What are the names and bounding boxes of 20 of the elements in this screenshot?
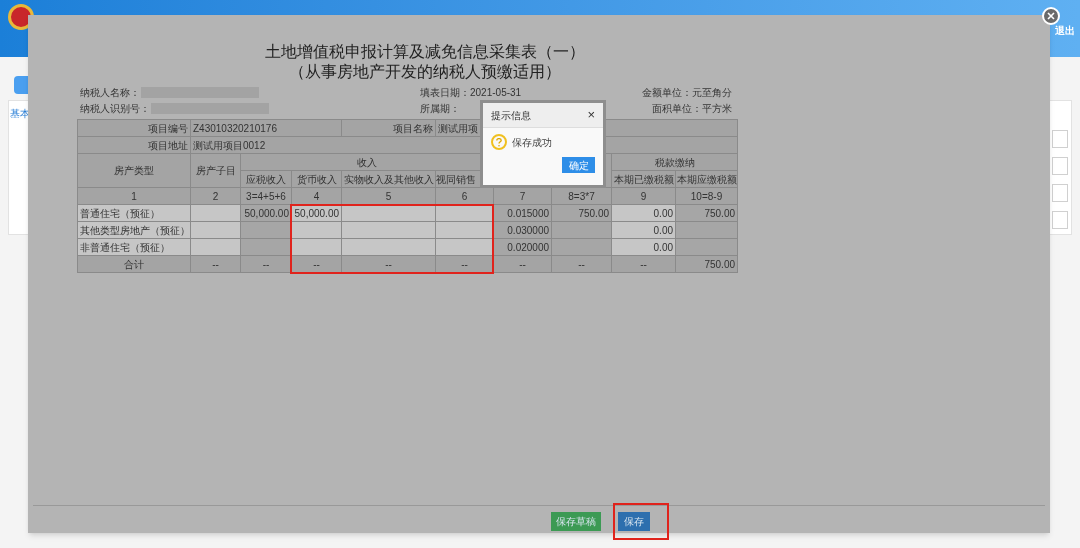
field-value: Z43010320210176 [190,119,342,137]
meta-label: 面积单位：平方米 [652,102,732,116]
column-header: 房产类型 [77,153,191,188]
meta-label: 填表日期：2021-05-31 [420,86,522,100]
input-field[interactable] [1052,184,1068,202]
input-field[interactable] [1052,211,1068,229]
dialog-message: 保存成功 [512,135,552,150]
field-label: 项目名称 [341,119,436,137]
column-header: 房产子目 [190,153,241,188]
form-subtitle: （从事房地产开发的纳税人预缴适用） [288,62,561,82]
field-label: 项目编号 [77,119,191,137]
meta-label: 纳税人识别号： [80,102,150,116]
question-icon [491,134,507,150]
form-title: 土地增值税申报计算及减免信息采集表（一） [264,42,585,62]
save-button[interactable]: 保存 [618,512,650,531]
input-field[interactable] [1052,157,1068,175]
meta-label: 所属期： [420,102,460,116]
meta-label: 金额单位：元至角分 [642,86,732,100]
meta-label: 纳税人名称： [80,86,140,100]
input-field[interactable] [1052,130,1068,148]
